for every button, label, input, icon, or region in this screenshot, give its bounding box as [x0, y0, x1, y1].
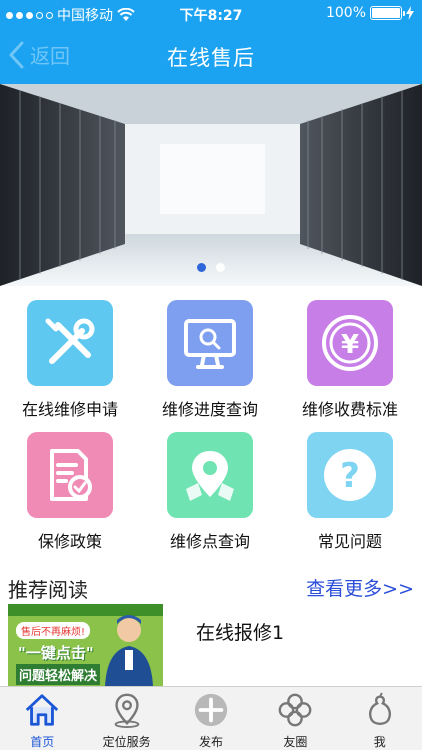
battery-icon: [370, 6, 405, 20]
tools-icon: [27, 300, 113, 386]
nav-bar: 返回 在线售后: [0, 28, 422, 84]
carousel-dot-2[interactable]: [216, 263, 225, 272]
home-icon: [26, 694, 59, 726]
location-icon: [114, 693, 139, 729]
gourd-icon: [368, 692, 391, 725]
thumb-tag: 售后不再麻烦!: [16, 622, 91, 639]
service-label: 常见问题: [317, 532, 382, 551]
tab-friends[interactable]: 友圈: [253, 687, 337, 750]
service-progress-query[interactable]: 维修进度查询: [140, 300, 280, 420]
thumb-headline: "一键点击": [18, 644, 94, 662]
tab-publish[interactable]: 发布: [169, 687, 253, 750]
service-warranty-policy[interactable]: 保修政策: [0, 432, 140, 552]
map-pin-icon: [167, 432, 253, 518]
service-online-repair[interactable]: 在线维修申请: [0, 300, 140, 420]
carousel-indicators: [0, 263, 422, 272]
tab-label: 首页: [30, 735, 55, 749]
worker-illustration: [105, 615, 153, 686]
svg-text:?: ?: [340, 456, 360, 496]
service-label: 维修收费标准: [301, 400, 398, 419]
tab-location[interactable]: 定位服务: [84, 687, 168, 750]
plus-icon: [194, 693, 228, 727]
service-label: 在线维修申请: [21, 400, 118, 419]
service-label: 维修进度查询: [161, 400, 258, 419]
svg-text:¥: ¥: [341, 330, 359, 360]
thumb-subline: 问题轻松解决: [16, 664, 101, 685]
tab-label: 定位服务: [102, 735, 151, 749]
section-title: 推荐阅读: [8, 578, 88, 602]
yen-coin-icon: ¥: [307, 300, 393, 386]
question-icon: ?: [307, 432, 393, 518]
article-thumbnail: 售后不再麻烦! "一键点击" 问题轻松解决: [8, 604, 163, 686]
service-faq[interactable]: ? 常见问题: [280, 432, 420, 552]
view-more-link[interactable]: 查看更多>>: [306, 574, 414, 601]
tab-me[interactable]: 我: [338, 687, 422, 750]
status-right: 100%: [326, 5, 414, 21]
article-title: 在线报修1: [196, 622, 285, 644]
tab-label: 发布: [198, 735, 223, 749]
battery-percent: 100%: [325, 5, 366, 21]
service-label: 维修点查询: [169, 532, 250, 551]
service-grid: 在线维修申请 维修进度查询 ¥ 维修收费标准 保修政策 维修点查询 ? 常见问题: [0, 300, 422, 552]
status-bar: 中国移动 下午8:27 100%: [0, 0, 422, 28]
carousel-dot-1[interactable]: [197, 263, 206, 272]
banner-carousel[interactable]: [0, 84, 422, 286]
recommend-header: 推荐阅读 查看更多>>: [0, 570, 422, 604]
tab-label: 友圈: [283, 735, 308, 749]
article-item[interactable]: 售后不再麻烦! "一键点击" 问题轻松解决 在线报修1: [0, 604, 422, 686]
page-title: 在线售后: [167, 46, 255, 70]
service-fee-standard[interactable]: ¥ 维修收费标准: [280, 300, 420, 420]
server-room-image: [0, 84, 422, 286]
service-repair-point[interactable]: 维修点查询: [140, 432, 280, 552]
tab-label: 我: [373, 735, 386, 749]
tab-bar: 首页 定位服务 发布 友圈 我: [0, 686, 422, 750]
charging-icon: [406, 6, 414, 20]
tab-home[interactable]: 首页: [0, 687, 84, 750]
clover-icon: [279, 693, 312, 727]
service-label: 保修政策: [37, 532, 102, 551]
monitor-search-icon: [167, 300, 253, 386]
document-check-icon: [27, 432, 113, 518]
